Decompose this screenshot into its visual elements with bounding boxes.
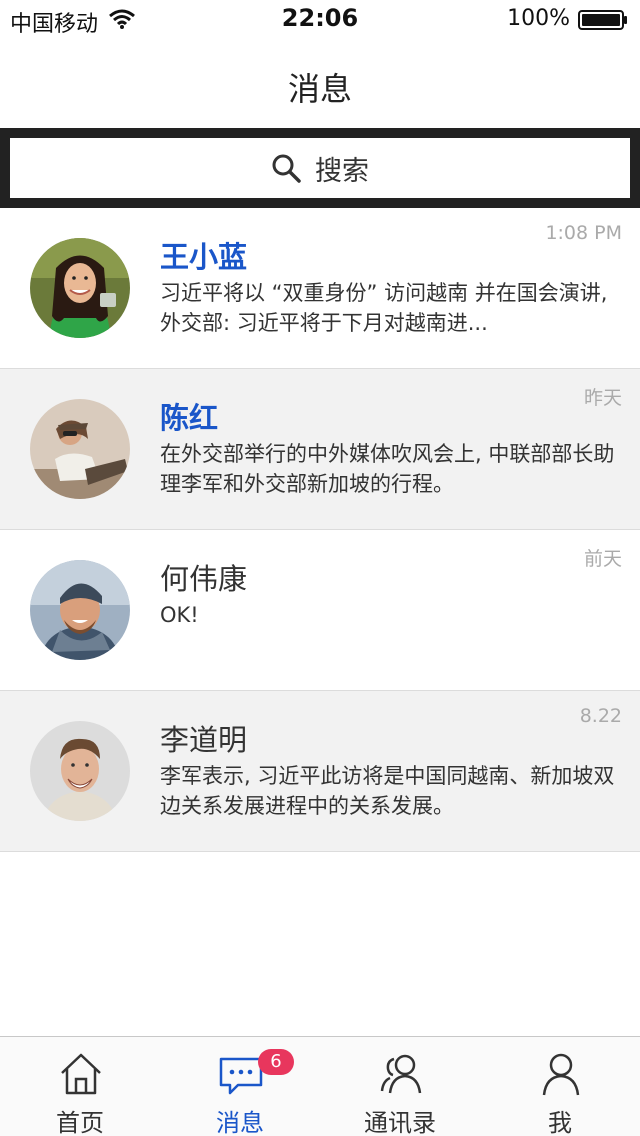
message-preview: 李军表示, 习近平此访将是中国同越南、新加坡双边关系发展进程中的关系发展。: [160, 764, 615, 818]
tab-bar: 首页 6 消息 通讯录 我: [0, 1036, 640, 1136]
message-row[interactable]: 李道明 8.22 李军表示, 习近平此访将是中国同越南、新加坡双边关系发展进程中…: [0, 691, 640, 852]
message-preview: 在外交部举行的中外媒体吹风会上, 中联部部长助理李军和外交部新加坡的行程。: [160, 442, 615, 496]
tab-me[interactable]: 我: [480, 1037, 640, 1136]
tab-contacts[interactable]: 通讯录: [320, 1037, 480, 1136]
contact-name: 王小蓝: [160, 240, 248, 274]
message-time: 1:08 PM: [545, 222, 622, 244]
search-placeholder: 搜索: [315, 155, 369, 187]
message-row[interactable]: 陈红 昨天 在外交部举行的中外媒体吹风会上, 中联部部长助理李军和外交部新加坡的…: [0, 369, 640, 530]
avatar: [30, 238, 130, 338]
message-row[interactable]: 王小蓝 1:08 PM 习近平将以 “双重身份” 访问越南 并在国会演讲, 外交…: [0, 208, 640, 369]
tab-label: 首页: [56, 1109, 104, 1136]
message-row[interactable]: 何伟康 前天 OK!: [0, 530, 640, 691]
search-bar-frame: 搜索: [0, 128, 640, 208]
nav-bar: 消息: [0, 40, 640, 128]
tab-home[interactable]: 首页: [0, 1037, 160, 1136]
avatar: [30, 399, 130, 499]
avatar: [30, 560, 130, 660]
message-time: 前天: [583, 548, 622, 570]
message-preview: OK!: [160, 603, 199, 627]
search-icon: [272, 154, 301, 183]
avatar: [30, 721, 130, 821]
tab-label: 我: [548, 1109, 572, 1136]
person-icon: [542, 1053, 580, 1096]
search-input[interactable]: 搜索: [10, 138, 630, 198]
contacts-icon: [380, 1054, 422, 1094]
message-time: 8.22: [579, 705, 622, 727]
chat-icon: [219, 1057, 263, 1095]
tab-messages[interactable]: 6 消息: [160, 1037, 320, 1136]
contact-name: 李道明: [160, 723, 248, 757]
message-list: 王小蓝 1:08 PM 习近平将以 “双重身份” 访问越南 并在国会演讲, 外交…: [0, 208, 640, 852]
message-time: 昨天: [583, 387, 622, 409]
status-bar: 中国移动 22:06 100%: [0, 0, 640, 40]
page-title: 消息: [287, 70, 352, 108]
battery-icon: [578, 10, 627, 30]
contact-name: 陈红: [160, 401, 219, 435]
contact-name: 何伟康: [160, 562, 248, 596]
tab-label: 消息: [216, 1109, 264, 1136]
home-icon: [61, 1053, 101, 1095]
battery-percent: 100%: [507, 6, 570, 31]
tab-label: 通讯录: [364, 1109, 436, 1136]
message-preview: 习近平将以 “双重身份” 访问越南 并在国会演讲, 外交部: 习近平将于下月对越…: [160, 281, 608, 335]
unread-badge: 6: [258, 1049, 294, 1075]
